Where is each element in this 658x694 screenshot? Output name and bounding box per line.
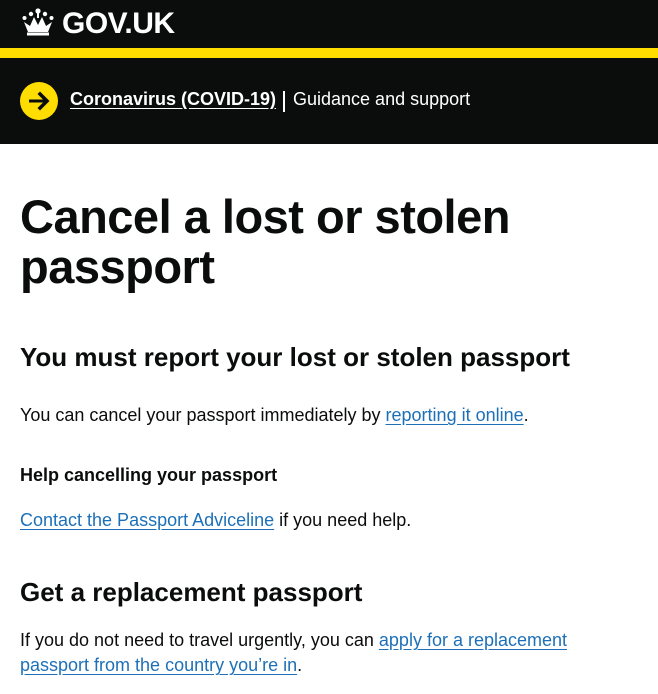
page-title: Cancel a lost or stolen passport	[20, 190, 510, 293]
section-heading-replacement: Get a replacement passport	[20, 577, 363, 607]
section-heading-report: You must report your lost or stolen pass…	[20, 342, 570, 372]
covid-link[interactable]: Coronavirus (COVID-19)	[70, 89, 276, 110]
govuk-logo-link[interactable]: GOV.UK	[20, 6, 175, 41]
paragraph-text: if you need help.	[274, 510, 412, 530]
report-online-link[interactable]: reporting it online	[386, 405, 524, 425]
header-accent-bar	[0, 48, 658, 58]
paragraph-text: You can cancel your passport immediately…	[20, 405, 386, 425]
paragraph-text: .	[297, 655, 303, 675]
crown-icon	[20, 6, 56, 41]
paragraph-text: If you do not need to travel urgently, y…	[20, 630, 379, 650]
report-paragraph: You can cancel your passport immediately…	[20, 403, 620, 428]
arrow-right-icon[interactable]	[20, 82, 58, 120]
govuk-header: GOV.UK	[0, 0, 658, 48]
help-paragraph: Contact the Passport Adviceline if you n…	[20, 508, 620, 533]
logo-text: GOV.UK	[62, 6, 175, 40]
subheading-help: Help cancelling your passport	[20, 465, 278, 485]
passport-adviceline-link[interactable]: Contact the Passport Adviceline	[20, 510, 274, 530]
replacement-paragraph: If you do not need to travel urgently, y…	[20, 628, 610, 678]
covid-description: Guidance and support	[293, 89, 471, 109]
banner-divider	[283, 91, 285, 112]
covid-banner: Coronavirus (COVID-19) Guidance and supp…	[0, 58, 658, 144]
paragraph-text: .	[523, 405, 529, 425]
